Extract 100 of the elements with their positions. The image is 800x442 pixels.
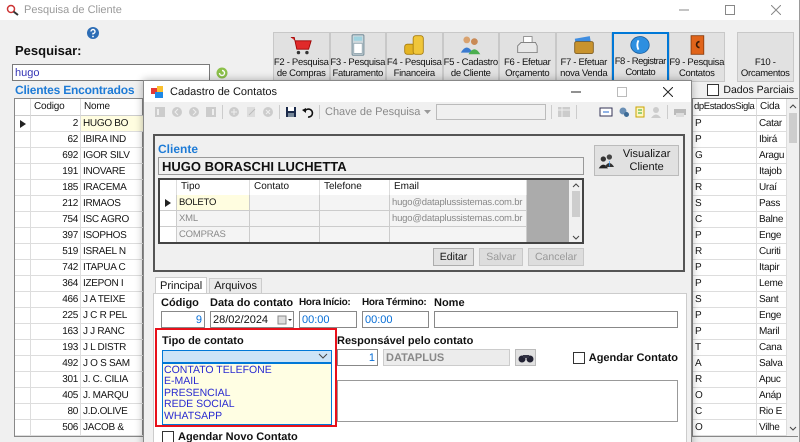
scroll-up-icon[interactable] (570, 181, 580, 189)
table-cell: Rio E (757, 404, 787, 420)
next-icon[interactable] (188, 106, 200, 118)
scroll-down-icon[interactable] (570, 234, 580, 242)
scrollbar-thumb[interactable] (572, 191, 580, 217)
binoculars-icon (518, 352, 534, 362)
field-label: Hora Início: (299, 297, 352, 310)
table-cell: 405 (31, 388, 81, 404)
table-cell: 754 (31, 212, 81, 228)
partial-data-checkbox[interactable]: Dados Parciais (707, 84, 794, 96)
client-heading: Cliente (158, 142, 200, 157)
toolbar-button[interactable]: F6 - Efetuar Orçamento (499, 32, 556, 82)
table-cell: 506 (31, 420, 81, 436)
row-header[interactable] (15, 116, 31, 132)
table-cell: Leme (757, 276, 787, 292)
save-icon[interactable] (285, 106, 297, 118)
notes-field[interactable] (337, 380, 678, 422)
contact-type-dropdown[interactable] (162, 350, 332, 362)
section-title: Clientes Encontrados (15, 83, 134, 97)
table-cell: 692 (31, 148, 81, 164)
table-cell: 193 (31, 340, 81, 356)
name-field[interactable] (434, 311, 678, 328)
search-button[interactable] (515, 349, 536, 366)
table-cell: Anáp (757, 388, 787, 404)
dropdown-option[interactable]: E-MAIL (164, 376, 330, 388)
toolbar-button[interactable]: F7 - Efetuar nova Venda (556, 32, 612, 82)
table-cell (320, 211, 390, 227)
table-icon[interactable] (557, 106, 572, 118)
field-label: Responsável pelo contato (337, 335, 474, 348)
table-cell: Pass (757, 196, 787, 212)
undo-icon[interactable] (302, 106, 314, 118)
close-icon[interactable] (663, 86, 673, 96)
gear-icon[interactable] (618, 106, 630, 118)
toolbar-button[interactable]: F10 - Orcamentos (737, 32, 794, 82)
search-key-field[interactable] (436, 104, 546, 120)
window-title: Pesquisa de Cliente (24, 4, 122, 16)
field-label: Nome (434, 297, 466, 310)
window-icon[interactable] (599, 106, 613, 118)
table-cell: Vilhe (757, 420, 787, 436)
last-record-icon[interactable] (205, 106, 217, 118)
table-cell: Enge (757, 228, 787, 244)
dropdown-option[interactable]: REDE SOCIAL (164, 399, 330, 410)
help-icon[interactable] (87, 27, 99, 39)
field-label: Hora Término: (362, 297, 428, 310)
toolbar-button[interactable]: F4 - Pesquisa Financeira (386, 32, 442, 82)
view-client-button[interactable]: Visualizar Cliente (594, 145, 679, 176)
toolbar-button[interactable]: F3 - Pesquisa Faturamento (330, 32, 386, 82)
dropdown-option[interactable]: PRESENCIAL (164, 388, 330, 399)
responsible-code-field[interactable]: 1 (337, 349, 378, 366)
scrollbar-thumb[interactable] (789, 113, 797, 143)
edit-icon[interactable] (245, 106, 257, 118)
table-cell: P (693, 276, 757, 292)
client-name-field: HUGO BORASCHI LUCHETTA (158, 157, 584, 175)
code-field[interactable]: 9 (161, 311, 205, 328)
table-cell: 225 (31, 308, 81, 324)
delete-icon[interactable] (262, 106, 274, 118)
first-record-icon[interactable] (154, 106, 166, 118)
table-cell (320, 195, 390, 211)
toolbar-button[interactable]: F9 - Pesquisa Contatos (668, 32, 725, 82)
toolbar-button[interactable]: F5 - Cadastro de Cliente (442, 32, 499, 82)
dropdown-option[interactable]: CONTATO TELEFONE (164, 364, 330, 376)
scroll-down-icon[interactable] (788, 425, 798, 433)
toolbar-button[interactable]: F8 - Registrar Contato (612, 32, 668, 82)
tab[interactable]: Arquivos (209, 278, 262, 293)
calendar-icon[interactable] (277, 314, 293, 324)
previous-icon[interactable] (171, 106, 183, 118)
start-time-field[interactable]: 00:00 (299, 311, 357, 328)
table-cell: hugo@dataplussistemas.com.br (390, 211, 527, 227)
search-field[interactable]: hugo (12, 64, 210, 81)
dropdown-option[interactable]: WHATSAPP (164, 410, 330, 422)
schedule-checkbox[interactable]: Agendar Contato (572, 352, 678, 364)
window-icon (150, 84, 164, 98)
date-picker[interactable]: 28/02/2024 (210, 311, 294, 328)
table-cell: R (693, 372, 757, 388)
table-cell: Apuc (757, 372, 787, 388)
table-cell (250, 211, 320, 227)
table-cell: 364 (31, 276, 81, 292)
schedule-new-checkbox[interactable]: Agendar Novo Contato (162, 431, 678, 442)
table-cell: BOLETO (177, 195, 250, 211)
table-cell: S (693, 292, 757, 308)
tab[interactable]: Principal (155, 277, 208, 293)
person-icon[interactable] (650, 106, 662, 118)
column-header: dpEstadosSigla (693, 99, 757, 116)
column-header: Codigo (31, 99, 81, 116)
maximize-icon (617, 86, 627, 96)
row-header[interactable] (160, 195, 177, 211)
table-cell: P (693, 228, 757, 244)
add-icon[interactable] (228, 106, 240, 118)
table-cell: Aragu (757, 148, 787, 164)
end-time-field[interactable]: 00:00 (362, 311, 429, 328)
field-label: Tipo de contato (162, 335, 245, 347)
refresh-icon[interactable] (216, 66, 228, 78)
document-icon[interactable] (635, 106, 645, 118)
printer-icon[interactable] (673, 106, 687, 118)
action-button[interactable]: Editar (432, 248, 474, 266)
scroll-up-icon[interactable] (788, 102, 798, 110)
table-cell: Curiti (757, 244, 787, 260)
maximize-icon[interactable] (725, 5, 735, 15)
responsible-name-field: DATAPLUS (383, 349, 510, 366)
toolbar-button[interactable]: F2 - Pesquisa de Compras (273, 32, 330, 82)
